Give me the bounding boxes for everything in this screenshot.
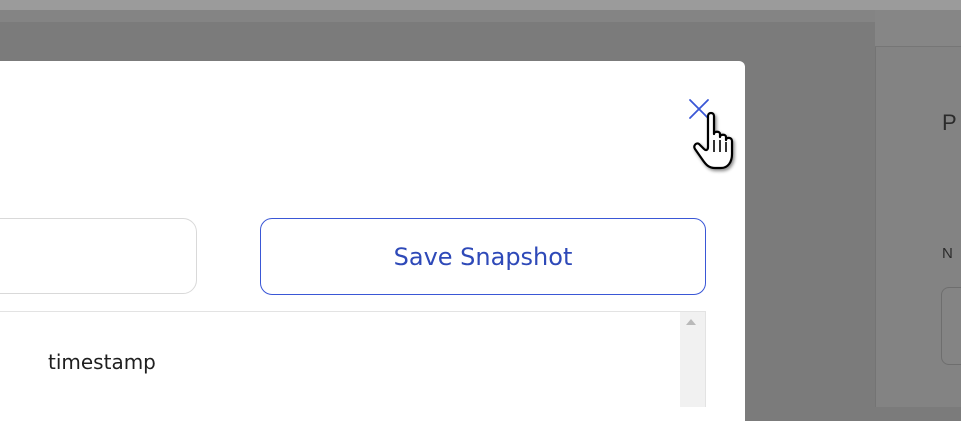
list-scrollbar[interactable] bbox=[680, 312, 705, 407]
side-panel-field-label: N bbox=[942, 245, 953, 262]
app-toolbar-strip bbox=[0, 10, 875, 22]
side-panel-title: P bbox=[942, 110, 957, 135]
snapshot-name-input[interactable] bbox=[0, 218, 197, 294]
save-snapshot-label: Save Snapshot bbox=[393, 242, 573, 271]
hand-pointer-cursor-icon bbox=[693, 111, 734, 170]
side-panel-input bbox=[941, 287, 961, 365]
column-header-timestamp: timestamp bbox=[48, 350, 156, 374]
side-panel-header bbox=[875, 10, 961, 47]
scroll-up-arrow-icon[interactable] bbox=[686, 319, 696, 325]
app-top-bar bbox=[0, 0, 961, 10]
save-snapshot-button[interactable]: Save Snapshot bbox=[260, 218, 706, 295]
